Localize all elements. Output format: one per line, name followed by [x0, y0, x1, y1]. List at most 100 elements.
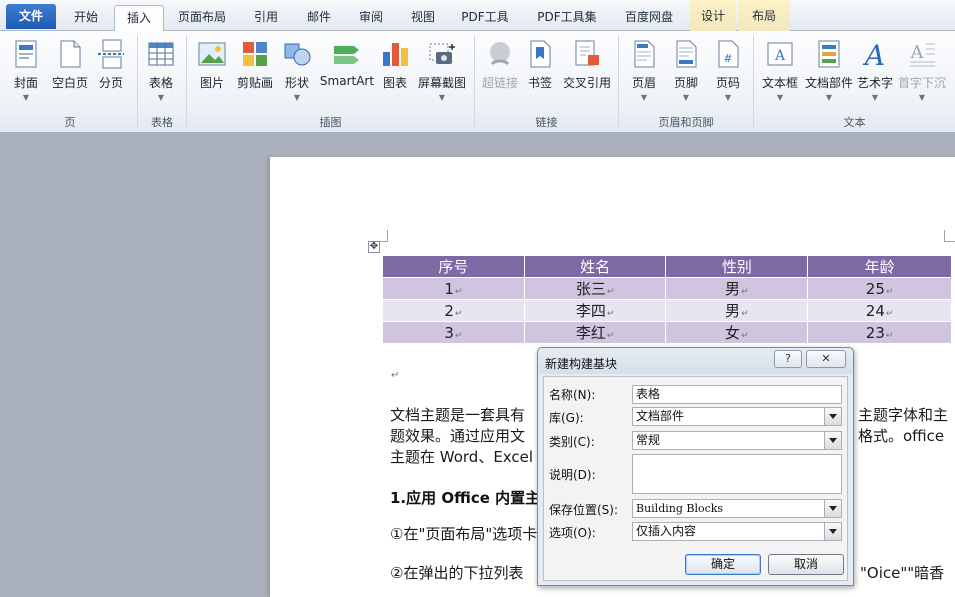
chevron-down-icon[interactable]	[824, 500, 841, 517]
page-number-label: 页码	[715, 76, 740, 90]
cancel-button[interactable]: 取消	[768, 554, 844, 575]
text-box-button[interactable]: A 文本框 ▼	[760, 33, 800, 109]
tab-view[interactable]: 视图	[400, 5, 446, 31]
chevron-down-icon: ▼	[871, 93, 879, 102]
picture-button[interactable]: 图片	[193, 33, 231, 109]
footer-label: 页脚	[673, 76, 698, 90]
chevron-down-icon: ▼	[157, 93, 165, 102]
smartart-button[interactable]: SmartArt	[320, 33, 374, 109]
help-icon: ?	[785, 352, 791, 365]
chart-button[interactable]: 图表	[380, 33, 410, 109]
tab-references[interactable]: 引用	[244, 5, 288, 31]
tab-home[interactable]: 开始	[63, 5, 109, 31]
footer-button[interactable]: 页脚 ▼	[668, 33, 704, 109]
bookmark-button[interactable]: 书签	[524, 33, 556, 109]
tab-table-design[interactable]: 设计	[690, 0, 736, 31]
document-table[interactable]: 序号 姓名 性别 年龄 1↵ 张三↵ 男↵ 25↵ 2↵ 李四↵ 男↵ 24↵ …	[382, 255, 952, 344]
drop-cap-button[interactable]: A 首字下沉 ▼	[898, 33, 946, 109]
screenshot-label: 屏幕截图	[417, 76, 466, 90]
dialog-titlebar[interactable]: 新建构建基块 ? ✕	[538, 348, 853, 374]
description-input[interactable]	[632, 454, 842, 494]
tab-file[interactable]: 文件	[6, 4, 56, 29]
table-button[interactable]: 表格 ▼	[142, 33, 180, 109]
category-select-value: 常规	[636, 433, 661, 447]
doc-line-3: 主题在 Word、Excel	[390, 448, 534, 466]
cell-text: 男	[725, 302, 741, 320]
table-row: 3↵ 李红↵ 女↵ 23↵	[382, 321, 952, 344]
shapes-button[interactable]: 形状 ▼	[280, 33, 314, 109]
create-building-block-dialog: 新建构建基块 ? ✕ 名称(N): 表格 库(G): 文档部件 类别(C): 常…	[537, 347, 854, 586]
tab-page-layout[interactable]: 页面布局	[170, 5, 234, 31]
quick-parts-button[interactable]: 文档部件 ▼	[805, 33, 853, 109]
cell-text: 男	[725, 280, 741, 298]
table-move-handle-icon[interactable]: ✥	[368, 241, 380, 253]
table-cell[interactable]: 23↵	[807, 321, 952, 344]
tab-pdf-tools[interactable]: PDF工具	[452, 5, 518, 31]
table-cell[interactable]: 男↵	[665, 277, 809, 300]
wordart-button[interactable]: A 艺术字 ▼	[857, 33, 893, 109]
doc-line-2-right: 格式。office	[858, 427, 945, 445]
group-label-text: 文本	[843, 116, 866, 129]
tab-mailings[interactable]: 邮件	[296, 5, 342, 31]
table-cell[interactable]: 24↵	[807, 299, 952, 322]
tab-pdf-toolset[interactable]: PDF工具集	[527, 5, 607, 31]
svg-text:A: A	[862, 39, 885, 70]
tab-review[interactable]: 审阅	[348, 5, 394, 31]
table-cell[interactable]: 3↵	[382, 321, 525, 344]
page-break-button[interactable]: 分页	[93, 33, 129, 109]
picture-label: 图片	[199, 76, 224, 90]
help-button[interactable]: ?	[774, 350, 802, 368]
hyperlink-icon	[490, 42, 510, 66]
table-header-cell[interactable]: 性别	[665, 255, 809, 278]
category-select[interactable]: 常规	[632, 431, 842, 450]
category-label: 类别(C):	[549, 435, 595, 449]
cross-reference-button[interactable]: 交叉引用	[563, 33, 611, 109]
clip-art-label: 剪贴画	[236, 76, 273, 90]
tab-insert[interactable]: 插入	[114, 5, 164, 32]
table-cell[interactable]: 2↵	[382, 299, 525, 322]
options-select[interactable]: 仅插入内容	[632, 522, 842, 541]
table-cell[interactable]: 25↵	[807, 277, 952, 300]
clip-art-button[interactable]: 剪贴画	[236, 33, 274, 109]
tab-baidu-netdisk[interactable]: 百度网盘	[614, 5, 684, 31]
page-number-button[interactable]: # 页码 ▼	[710, 33, 746, 109]
table-header-cell[interactable]: 姓名	[523, 255, 667, 278]
name-input[interactable]: 表格	[632, 385, 842, 404]
table-cell[interactable]: 李四↵	[523, 299, 667, 322]
name-label: 名称(N):	[549, 388, 596, 402]
header-label: 页眉	[631, 76, 656, 90]
text-box-icon: A	[767, 42, 793, 66]
svg-text:A: A	[774, 48, 786, 64]
blank-page-button[interactable]: 空白页	[50, 33, 90, 109]
chevron-down-icon: ▼	[22, 93, 30, 102]
drop-cap-icon: A	[910, 42, 935, 67]
quick-parts-icon	[818, 40, 840, 68]
chevron-down-icon[interactable]	[824, 432, 841, 449]
chevron-down-icon[interactable]	[824, 523, 841, 540]
save-location-select[interactable]: Building Blocks	[632, 499, 842, 518]
chevron-down-icon[interactable]	[824, 408, 841, 425]
table-header-cell[interactable]: 年龄	[807, 255, 952, 278]
screenshot-button[interactable]: 屏幕截图 ▼	[417, 33, 467, 109]
doc-line-1-right: 主题字体和主	[858, 406, 949, 424]
table-cell[interactable]: 1↵	[382, 277, 525, 300]
drop-cap-label: 首字下沉	[897, 76, 946, 90]
doc-line-1: 文档主题是一套具有	[390, 406, 526, 424]
description-label: 说明(D):	[549, 468, 596, 482]
header-button[interactable]: 页眉 ▼	[626, 33, 662, 109]
table-cell[interactable]: 李红↵	[523, 321, 667, 344]
hyperlink-button[interactable]: 超链接	[481, 33, 519, 109]
table-cell[interactable]: 张三↵	[523, 277, 667, 300]
chevron-down-icon: ▼	[776, 93, 784, 102]
gallery-select[interactable]: 文档部件	[632, 407, 842, 426]
ok-button[interactable]: 确定	[685, 554, 761, 575]
close-icon: ✕	[821, 352, 831, 365]
close-button[interactable]: ✕	[806, 350, 846, 368]
doc-step-2-right: "Oice""暗香	[860, 564, 945, 582]
table-cell[interactable]: 女↵	[665, 321, 809, 344]
shapes-label: 形状	[284, 76, 309, 90]
cover-page-button[interactable]: 封面 ▼	[6, 33, 46, 109]
tab-table-layout[interactable]: 布局	[738, 0, 790, 31]
table-cell[interactable]: 男↵	[665, 299, 809, 322]
table-header-cell[interactable]: 序号	[382, 255, 525, 278]
